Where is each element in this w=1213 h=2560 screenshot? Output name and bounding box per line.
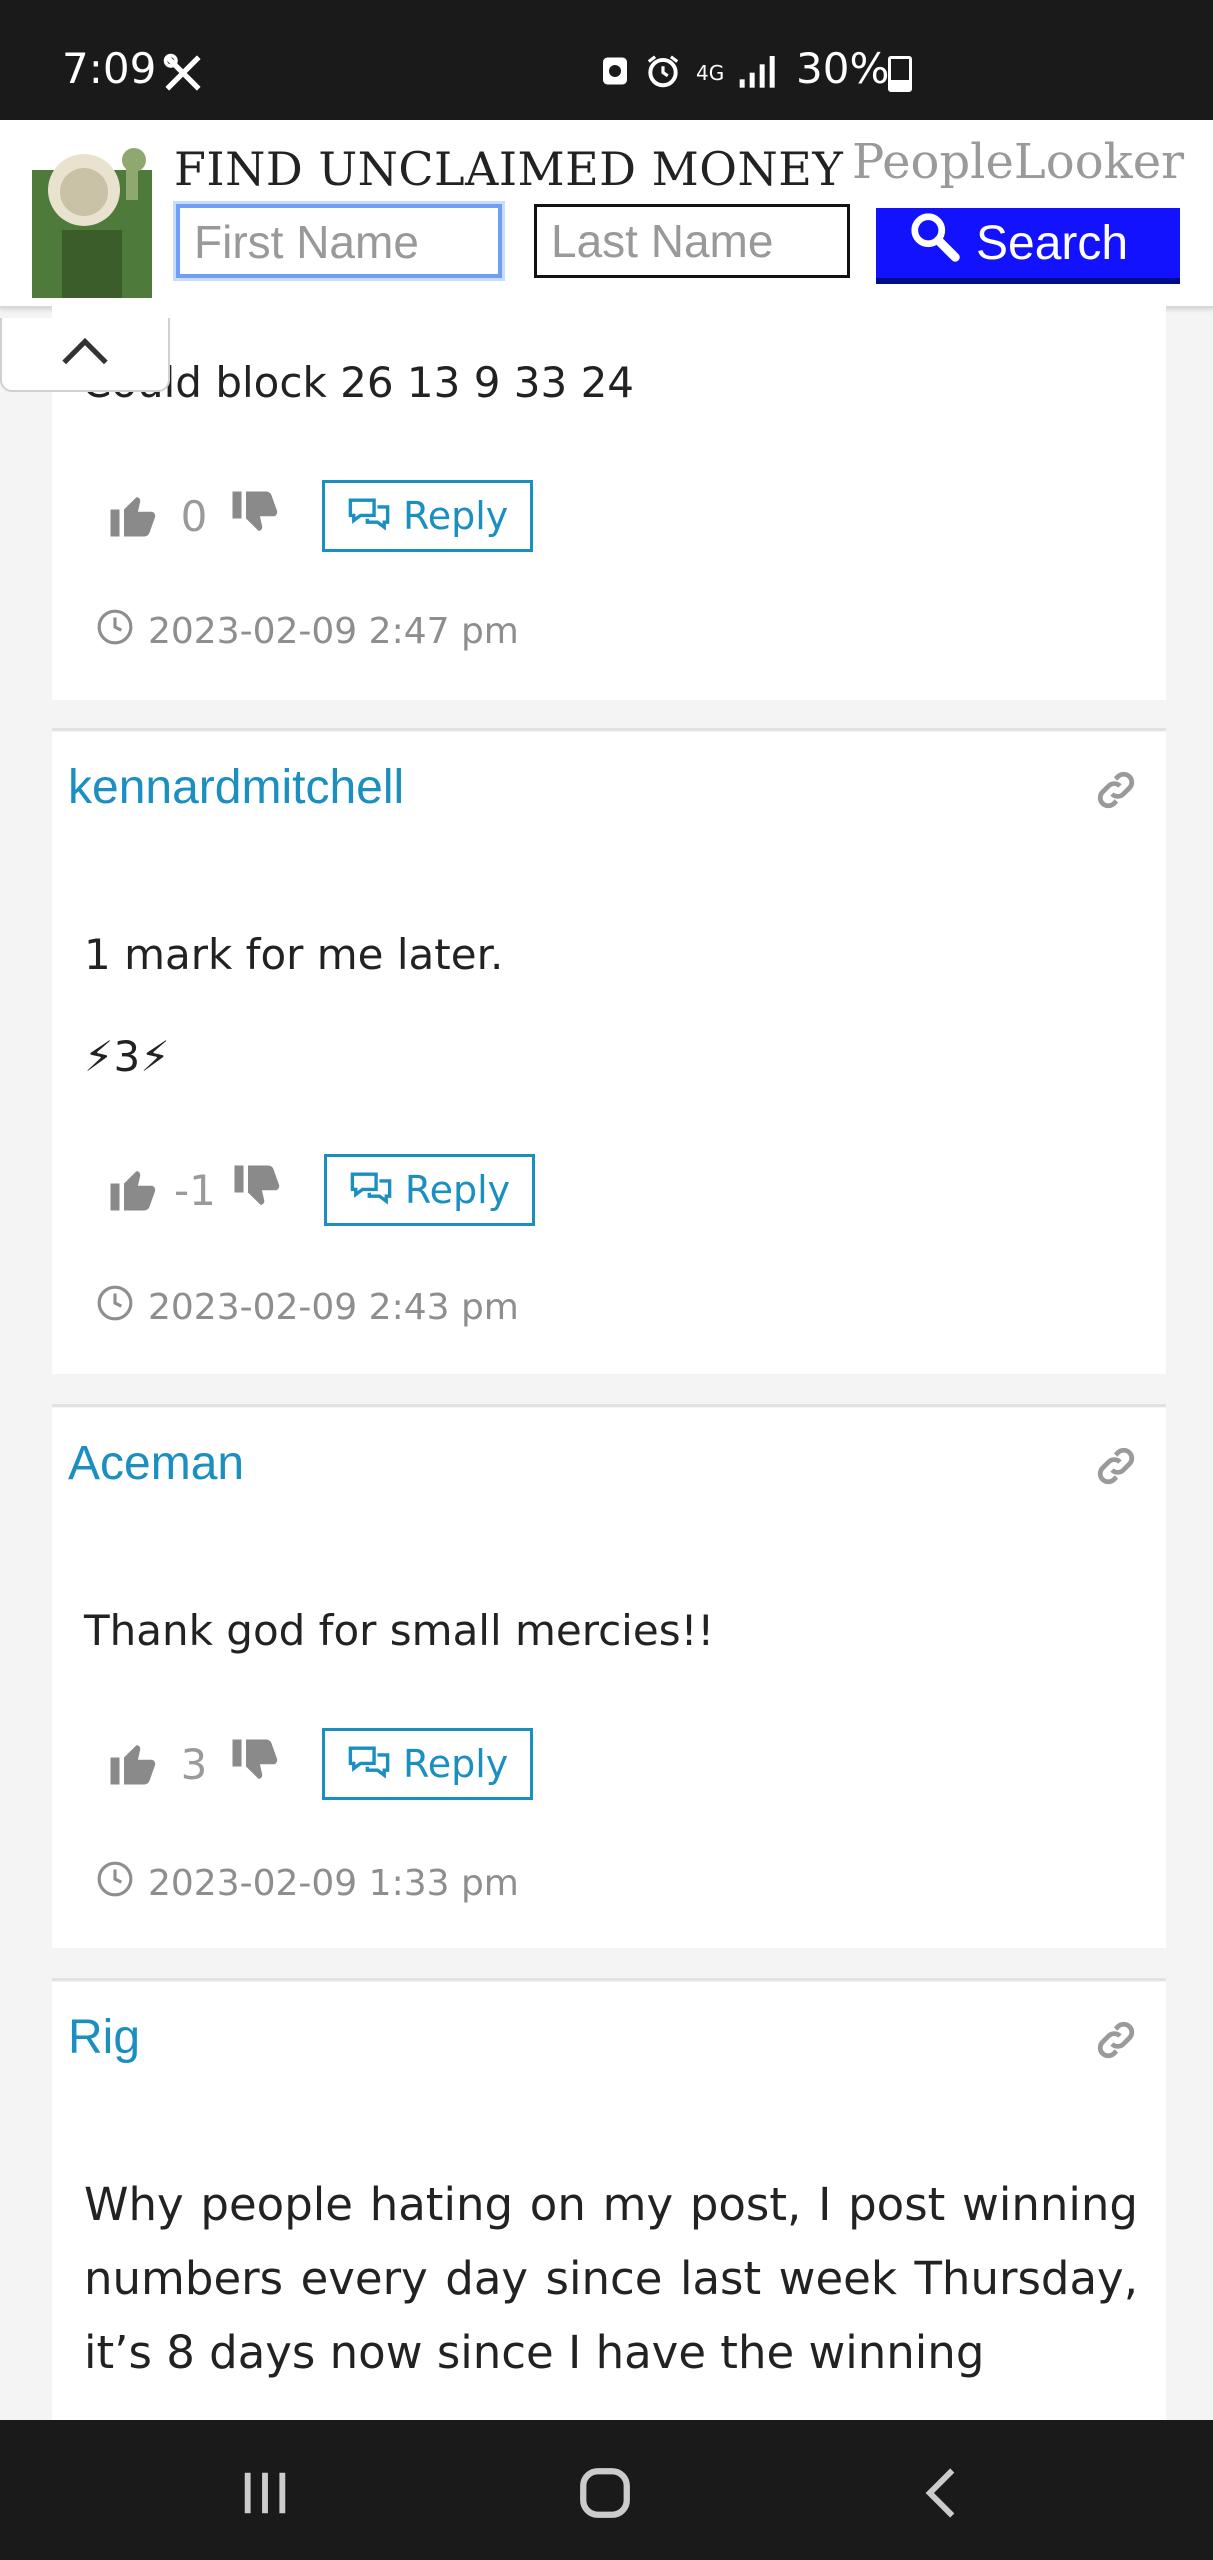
network-label: 4G	[696, 61, 725, 85]
comment-card: Could block 26 13 9 33 24 0 Reply 2023-0…	[52, 306, 1166, 700]
comment-card: Aceman Thank god for small mercies!! 3 R…	[52, 1408, 1166, 1948]
permalink-icon[interactable]	[1092, 766, 1140, 818]
vote-row: -1 Reply	[106, 1154, 536, 1226]
ad-banner[interactable]: FIND UNCLAIMED MONEY PeopleLooker First …	[0, 120, 1213, 308]
thumbs-up-icon[interactable]	[106, 1161, 160, 1219]
ad-brand: PeopleLooker	[852, 134, 1185, 190]
chat-icon	[349, 1166, 393, 1215]
comment-text: Thank god for small mercies!!	[84, 1606, 715, 1655]
comment-timestamp: 2023-02-09 2:43 pm	[96, 1284, 519, 1331]
comment-author[interactable]: Rig	[68, 2010, 140, 2065]
status-time: 7:09	[62, 44, 157, 93]
reply-button[interactable]: Reply	[322, 480, 534, 552]
reply-label: Reply	[404, 1168, 511, 1212]
comment-author[interactable]: Aceman	[68, 1436, 244, 1491]
vote-count: 3	[180, 1739, 208, 1789]
chat-icon	[347, 492, 391, 541]
battery-percent: 30%	[796, 44, 890, 93]
permalink-icon[interactable]	[1092, 1442, 1140, 1494]
status-bar: 7:09 4G 30%	[0, 0, 1213, 120]
permalink-icon[interactable]	[1092, 2016, 1140, 2068]
search-icon	[908, 210, 962, 276]
back-icon[interactable]	[920, 2466, 962, 2524]
thumbs-down-icon[interactable]	[230, 1161, 284, 1219]
vote-count: 0	[180, 491, 208, 541]
comment-separator	[52, 728, 1166, 731]
clock-icon	[96, 1860, 134, 1907]
thumbs-up-icon[interactable]	[106, 487, 160, 545]
reply-label: Reply	[403, 494, 509, 538]
comment-separator	[52, 1978, 1166, 1981]
ad-title: FIND UNCLAIMED MONEY	[174, 142, 844, 196]
chat-icon	[347, 1740, 391, 1789]
clock-icon	[96, 1284, 134, 1331]
vote-row: 0 Reply	[106, 480, 534, 552]
comment-emoji-line: ⚡3⚡	[84, 1032, 170, 1081]
comment-card: kennardmitchell 1 mark for me later. ⚡3⚡…	[52, 732, 1166, 1374]
battery-icon	[888, 56, 912, 92]
comment-timestamp: 2023-02-09 2:47 pm	[96, 608, 519, 655]
comment-text: Why people hating on my post, I post win…	[84, 2178, 1138, 2379]
timestamp-text: 2023-02-09 1:33 pm	[148, 1863, 519, 1904]
status-icons: 4G	[600, 52, 778, 94]
ad-search-button[interactable]: Search	[876, 208, 1180, 284]
timestamp-text: 2023-02-09 2:43 pm	[148, 1287, 519, 1328]
reply-button[interactable]: Reply	[323, 1154, 536, 1226]
clock-icon	[96, 608, 134, 655]
comment-timestamp: 2023-02-09 1:33 pm	[96, 1860, 519, 1907]
thumbs-up-icon[interactable]	[106, 1735, 160, 1793]
first-name-input[interactable]: First Name	[176, 204, 502, 278]
reply-label: Reply	[403, 1742, 509, 1786]
vote-row: 3 Reply	[106, 1728, 534, 1800]
alarm-icon	[644, 52, 682, 94]
collapse-tab[interactable]	[0, 318, 170, 392]
signal-icon	[738, 53, 778, 93]
recent-apps-icon[interactable]	[238, 2468, 292, 2522]
comment-author[interactable]: kennardmitchell	[68, 760, 404, 815]
timestamp-text: 2023-02-09 2:47 pm	[148, 611, 519, 652]
tools-icon	[162, 52, 204, 98]
comment-text: 1 mark for me later.	[84, 930, 504, 979]
vote-count: -1	[174, 1165, 216, 1215]
reply-button[interactable]: Reply	[322, 1728, 534, 1800]
home-icon[interactable]	[576, 2464, 634, 2526]
sync-icon	[600, 53, 630, 93]
thumbs-down-icon[interactable]	[228, 1735, 282, 1793]
last-name-input[interactable]: Last Name	[534, 204, 850, 278]
washington-logo	[22, 130, 162, 298]
search-label: Search	[976, 216, 1129, 270]
comment-card: Rig Why people hating on my post, I post…	[52, 1982, 1166, 2420]
chevron-up-icon	[60, 337, 110, 371]
comment-separator	[52, 1404, 1166, 1407]
thumbs-down-icon[interactable]	[228, 487, 282, 545]
system-nav-bar	[0, 2420, 1213, 2560]
